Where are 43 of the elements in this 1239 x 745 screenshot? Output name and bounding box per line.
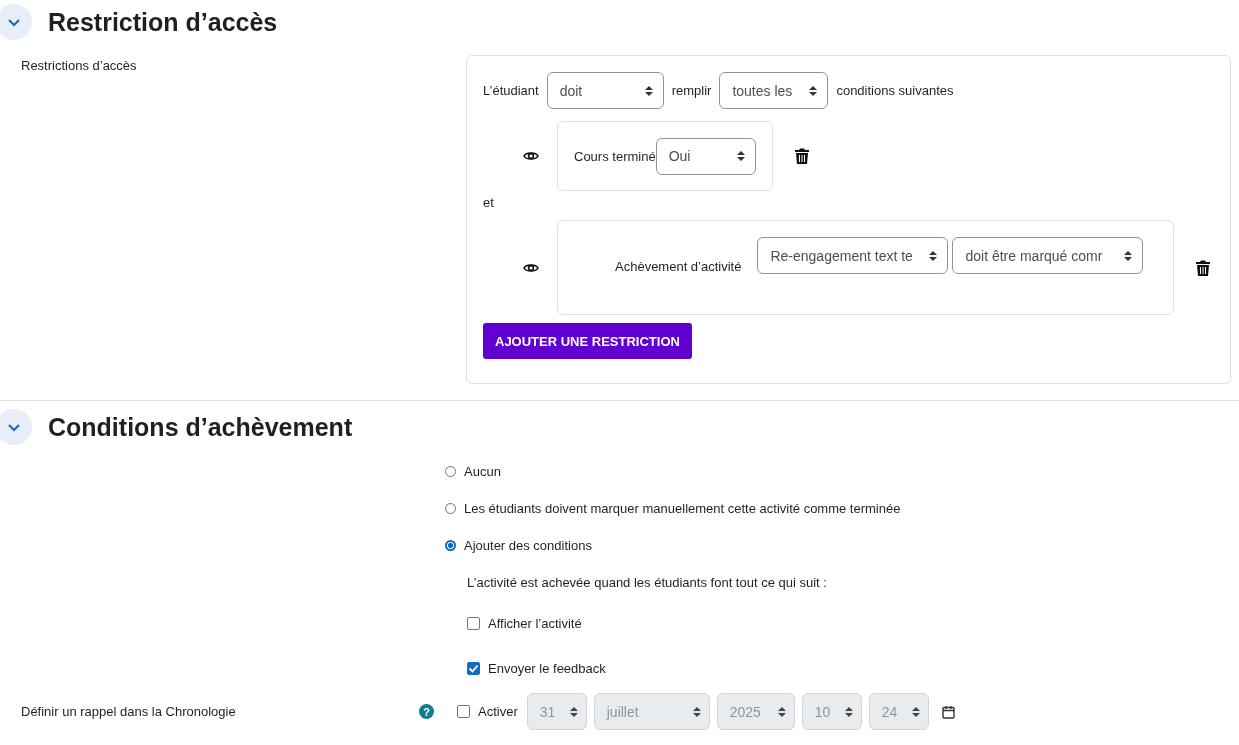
condition-select[interactable]: Re-engagement text te (757, 237, 949, 274)
calendar-icon[interactable] (941, 704, 955, 719)
connector-text: et (483, 195, 495, 210)
checkbox-label: Activer (478, 704, 518, 719)
collapse-toggle[interactable] (0, 4, 32, 40)
sort-arrows-icon (809, 84, 818, 97)
option-label: Ajouter des conditions (464, 538, 592, 553)
sort-arrows-icon (929, 249, 938, 262)
trash-icon[interactable] (794, 148, 809, 164)
radio-button[interactable] (445, 540, 456, 551)
field-label: Définir un rappel dans la Chronologie (20, 704, 237, 719)
sentence-text: remplir (671, 83, 712, 98)
checkbox-label: Afficher l’activité (488, 616, 582, 631)
condition-select[interactable]: doit être marqué comr (952, 237, 1144, 274)
collapse-toggle[interactable] (0, 409, 32, 445)
condition-label: Cours terminé (574, 148, 656, 164)
sort-arrows-icon (911, 705, 920, 718)
help-icon[interactable]: ? (419, 704, 434, 719)
sentence-text: conditions suivantes (836, 83, 954, 98)
field-label: Restrictions d’accès (20, 57, 138, 75)
section-title: Conditions d’achèvement (48, 412, 353, 442)
scope-select[interactable]: toutes les (719, 72, 829, 109)
option-label: Les étudiants doivent marquer manuellement cette activité comme terminée (464, 501, 901, 516)
sort-arrows-icon (844, 705, 853, 718)
add-restriction-button[interactable]: AJOUTER UNE RESTRICTION (483, 323, 692, 359)
sort-arrows-icon (736, 150, 745, 162)
section-title: Restriction d’accès (48, 7, 278, 37)
description-text: L’activité est achevée quand les étudiants font tout ce qui suit : (467, 574, 828, 592)
sentence-text: L’étudiant (483, 83, 539, 98)
sort-arrows-icon (692, 705, 701, 718)
checkbox[interactable] (467, 662, 480, 675)
trash-icon[interactable] (1196, 259, 1210, 276)
sort-arrows-icon (644, 84, 653, 97)
sort-arrows-icon (1124, 249, 1133, 262)
checkbox-label: Envoyer le feedback (488, 661, 606, 676)
sort-arrows-icon (569, 705, 578, 718)
sort-arrows-icon (777, 705, 786, 718)
checkbox[interactable] (457, 705, 470, 718)
checkbox[interactable] (467, 617, 480, 630)
mode-select[interactable]: doit (546, 72, 664, 109)
condition-label: Achèvement d’activité (615, 259, 742, 274)
condition-select[interactable]: Oui (655, 137, 756, 175)
option-label: Aucun (464, 464, 501, 479)
